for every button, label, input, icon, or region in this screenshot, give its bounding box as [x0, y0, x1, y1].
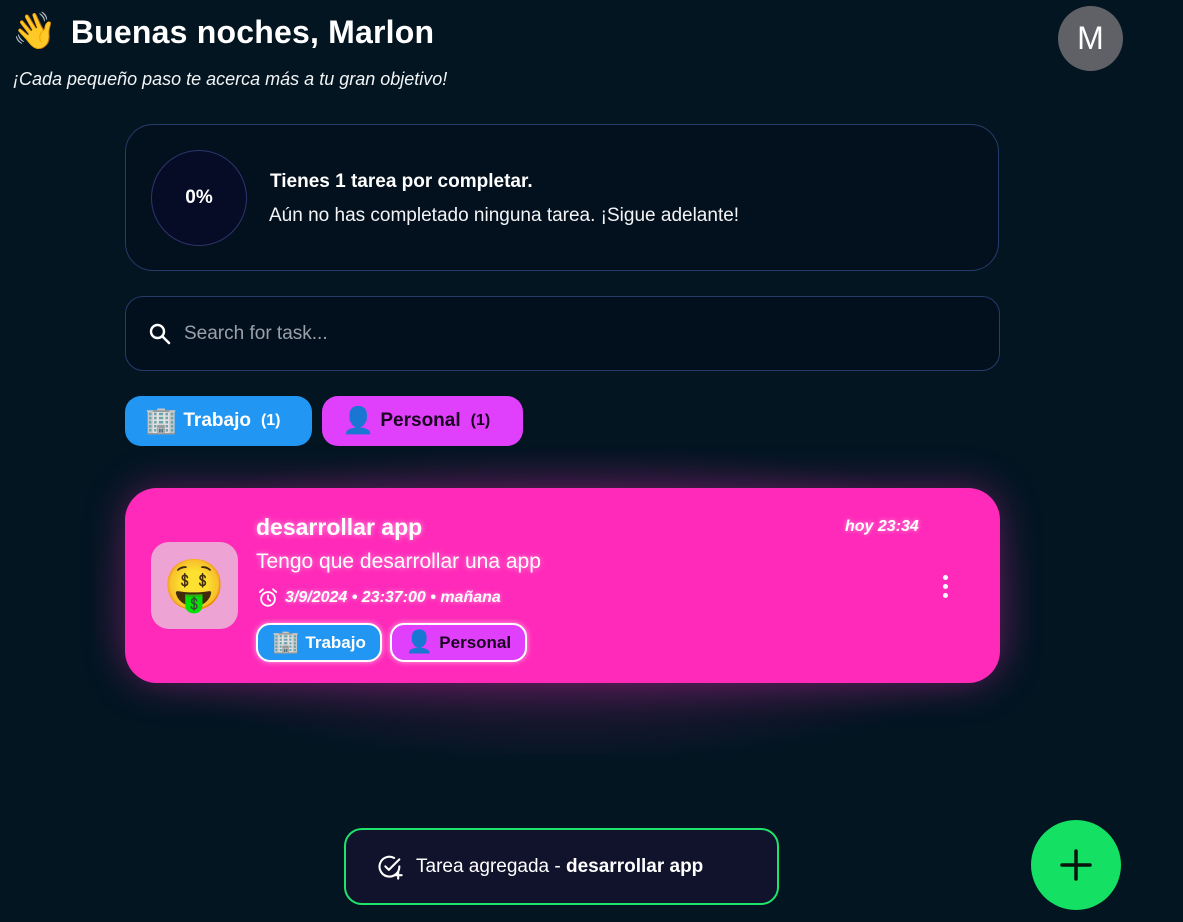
due-text: 3/9/2024 • 23:37:00 • mañana — [285, 589, 501, 606]
task-tags: 🏢 Trabajo 👤 Personal — [256, 623, 528, 662]
greeting: 👋 Buenas noches, Marlon — [12, 12, 434, 52]
category-chip-trabajo[interactable]: 🏢 Trabajo (1) — [125, 396, 312, 446]
alarm-clock-icon — [258, 588, 278, 607]
greeting-title: Buenas noches, Marlon — [70, 13, 435, 50]
waving-hand-icon: 👋 — [12, 11, 57, 52]
task-tag-personal: 👤 Personal — [389, 623, 528, 662]
more-options-icon[interactable] — [943, 570, 948, 602]
toast-notification: Tarea agregada - desarrollar app — [344, 828, 779, 905]
toast-message: Tarea agregada - desarrollar app — [416, 855, 704, 877]
tag-label: Personal — [439, 632, 512, 652]
motivational-subtitle: ¡Cada pequeño paso te acerca más a tu gr… — [13, 69, 448, 89]
task-due-date: 3/9/2024 • 23:37:00 • mañana — [257, 587, 501, 609]
search-box[interactable] — [125, 296, 1000, 371]
person-icon: 👤 — [405, 630, 434, 655]
category-chip-personal[interactable]: 👤 Personal (1) — [322, 396, 523, 446]
progress-circle: 0% — [151, 150, 247, 246]
toast-task-name: desarrollar app — [566, 855, 704, 877]
task-description: Tengo que desarrollar una app — [256, 550, 541, 573]
office-building-icon: 🏢 — [272, 630, 300, 655]
tag-label: Trabajo — [305, 632, 366, 652]
plus-icon — [1060, 849, 1092, 881]
avatar[interactable]: M — [1058, 6, 1123, 71]
office-building-icon: 🏢 — [145, 406, 178, 436]
category-label: Personal — [380, 410, 461, 431]
search-input[interactable] — [184, 315, 974, 353]
category-label: Trabajo — [183, 410, 251, 431]
task-tag-trabajo: 🏢 Trabajo — [256, 623, 382, 662]
task-created-time: hoy 23:34 — [845, 518, 919, 535]
category-count: (1) — [260, 412, 281, 429]
progress-message: Aún no has completado ninguna tarea. ¡Si… — [269, 205, 740, 226]
person-icon: 👤 — [342, 406, 375, 436]
search-icon — [149, 323, 171, 345]
check-circle-add-icon — [378, 855, 403, 880]
add-task-button[interactable] — [1031, 820, 1121, 910]
app-page: 👋 Buenas noches, Marlon ¡Cada pequeño pa… — [0, 0, 1183, 922]
task-title: desarrollar app — [256, 514, 423, 540]
task-card[interactable]: 🤑 desarrollar app hoy 23:34 Tengo que de… — [125, 488, 1000, 683]
category-count: (1) — [470, 412, 491, 429]
money-face-icon: 🤑 — [151, 542, 238, 629]
category-filters: 🏢 Trabajo (1) 👤 Personal (1) — [125, 396, 523, 446]
progress-title: Tienes 1 tarea por completar. — [270, 171, 533, 192]
progress-card: 0% Tienes 1 tarea por completar. Aún no … — [125, 124, 999, 271]
